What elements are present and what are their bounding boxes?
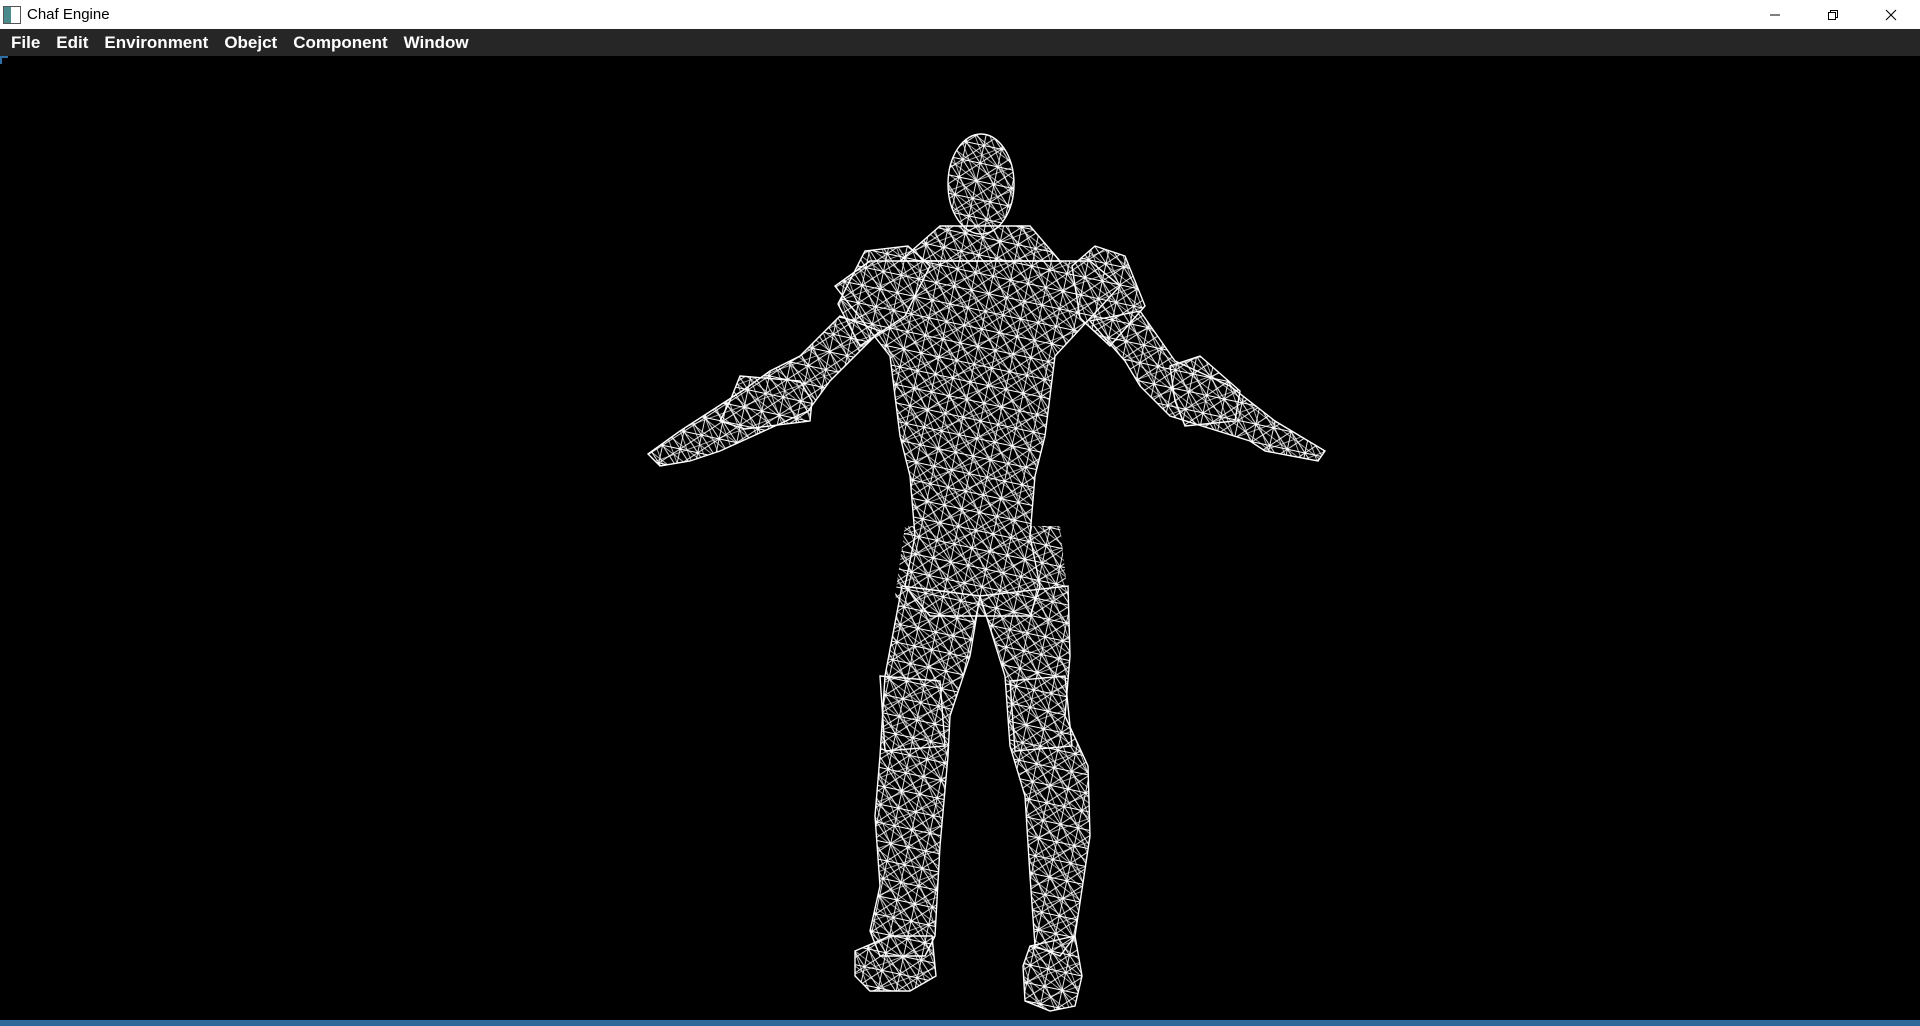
restore-icon (1827, 9, 1839, 21)
menu-environment[interactable]: Environment (96, 29, 216, 56)
status-strip (0, 1020, 1920, 1026)
restore-button[interactable] (1804, 0, 1862, 29)
menu-object[interactable]: Obejct (216, 29, 285, 56)
minimize-icon (1769, 9, 1781, 21)
close-icon (1885, 9, 1897, 21)
window-title: Chaf Engine (27, 6, 110, 23)
app-window: Chaf Engine File Edit Environment Obejct… (0, 0, 1920, 1026)
menu-window[interactable]: Window (396, 29, 477, 56)
menu-file[interactable]: File (3, 29, 48, 56)
window-controls (1746, 0, 1920, 29)
humanoid-wireframe-model (646, 133, 1327, 1012)
minimize-button[interactable] (1746, 0, 1804, 29)
menu-bar: File Edit Environment Obejct Component W… (0, 29, 1920, 56)
scene-viewport[interactable] (0, 56, 1920, 1020)
menu-component[interactable]: Component (285, 29, 395, 56)
app-icon (3, 5, 21, 24)
title-bar[interactable]: Chaf Engine (0, 0, 1920, 29)
close-button[interactable] (1862, 0, 1920, 29)
menu-edit[interactable]: Edit (48, 29, 96, 56)
